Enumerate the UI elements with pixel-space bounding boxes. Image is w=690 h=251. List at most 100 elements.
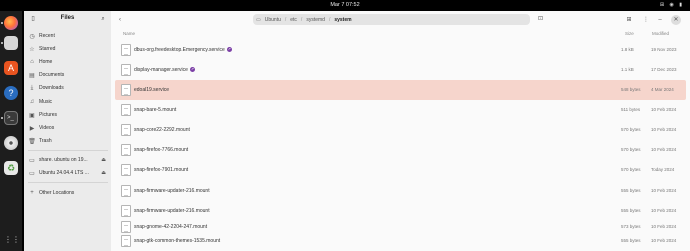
sidebar-item-trash[interactable]: 🗑 Trash [28, 136, 108, 146]
trash-icon: 🗑 [28, 138, 36, 145]
file-name: snap-firmware-updater-216.mount [134, 188, 210, 194]
show-apps-icon[interactable]: ⋮⋮ [4, 233, 20, 247]
file-icon [121, 104, 131, 116]
view-options-icon[interactable]: ⊞ [624, 15, 634, 25]
breadcrumb-ubuntu[interactable]: Ubuntu [261, 17, 285, 23]
file-row-selected[interactable]: edoal19.service 548 bytes 4 Mar 2024 [115, 80, 686, 100]
sidebar-item-label: share. ubuntu on 19... [39, 157, 88, 163]
running-indicator [1, 117, 3, 119]
file-name: snap-firmware-updater-216.mount [134, 208, 210, 214]
sidebar-item-home[interactable]: ⌂ Home [28, 57, 108, 67]
file-icon [121, 64, 131, 76]
file-icon [121, 164, 131, 176]
sidebar-item-label: Ubuntu 24.04.4 LTS ... [39, 170, 89, 176]
file-row[interactable]: snap-gtk-common-themes-1535.mount 555 by… [115, 231, 686, 251]
file-size: 573 bytes [621, 224, 641, 229]
file-size: 570 bytes [621, 147, 641, 152]
file-size: 555 bytes [621, 208, 641, 213]
file-name: snap-firefox-7766.mount [134, 147, 189, 153]
search-icon[interactable]: ⌕ [98, 14, 108, 24]
file-name: snap-core22-2292.mount [134, 127, 190, 133]
sidebar-item-label: Pictures [39, 112, 58, 118]
file-icon [121, 44, 131, 56]
sidebar-item-pictures[interactable]: ▣ Pictures [28, 110, 108, 120]
video-icon: ▶ [29, 125, 35, 132]
sidebar-item-ubuntu-volume[interactable]: ▭ Ubuntu 24.04.4 LTS ... ⏏ [28, 168, 108, 178]
file-row[interactable]: display-manager.service ↗ 1.1 kB 17 Dec 2… [115, 60, 686, 80]
files-icon[interactable] [4, 36, 18, 50]
eject-icon[interactable]: ⏏ [101, 157, 106, 163]
file-modified: 4 Mar 2024 [651, 87, 674, 92]
file-modified: 19 Nov 2023 [651, 47, 677, 52]
sidebar-item-label: Videos [39, 125, 55, 131]
breadcrumb-etc[interactable]: etc [286, 17, 301, 23]
menu-icon[interactable]: ⋮ [641, 15, 651, 25]
sidebar-item-documents[interactable]: ▤ Documents [28, 70, 108, 80]
running-indicator [1, 22, 3, 24]
dock: A ? >_ ♻ ⋮⋮ [0, 11, 22, 251]
file-name: snap-gnome-42-2204-247.mount [134, 224, 208, 230]
file-modified: 10 Feb 2024 [651, 127, 677, 132]
file-size: 555 bytes [621, 188, 641, 193]
file-icon [121, 185, 131, 197]
file-size: 511 bytes [621, 107, 641, 112]
file-modified: 10 Feb 2024 [651, 238, 677, 243]
sidebar-item-videos[interactable]: ▶ Videos [28, 123, 108, 133]
sidebar-item-label: Home [39, 59, 53, 65]
sidebar-item-music[interactable]: ♫ Music [28, 97, 108, 107]
close-icon[interactable]: ✕ [671, 15, 681, 25]
file-name: snap-firefox-7901.mount [134, 167, 189, 173]
back-button[interactable]: ‹ [115, 15, 125, 25]
sidebar-item-other-locations[interactable]: + Other Locations [28, 188, 108, 198]
column-header-modified[interactable]: Modified [652, 31, 669, 36]
column-header-size[interactable]: Size [625, 31, 634, 36]
breadcrumb: ▭ Ubuntu / etc / systemd / system [253, 14, 530, 25]
sidebar-item-label: Other Locations [39, 190, 75, 196]
minimize-icon[interactable]: – [655, 15, 665, 25]
sidebar-divider [28, 182, 108, 183]
breadcrumb-system[interactable]: system [330, 17, 355, 23]
picture-icon: ▣ [29, 112, 35, 119]
file-name: edoal19.service [134, 87, 170, 93]
breadcrumb-systemd[interactable]: systemd [302, 17, 329, 23]
file-row[interactable]: snap-firmware-updater-216.mount 555 byte… [115, 181, 686, 201]
optical-disc-icon[interactable] [4, 136, 18, 150]
running-indicator [1, 42, 3, 44]
file-modified: 17 Dec 2023 [651, 67, 677, 72]
file-size: 1.8 kB [621, 47, 634, 52]
file-modified: Today 2024 [651, 167, 675, 172]
sidebar-item-label: Downloads [39, 85, 64, 91]
file-row[interactable]: snap-firefox-7901.mount 570 bytes Today … [115, 160, 686, 180]
column-headers: Name Size Modified [111, 31, 690, 40]
file-size: 570 bytes [621, 127, 641, 132]
drive-icon: ▭ [29, 170, 35, 177]
sidebar-item-downloads[interactable]: ⤓ Downloads [28, 83, 108, 93]
system-status-icons[interactable]: ⊞ ◉ ▮ [660, 2, 684, 8]
file-row[interactable]: snap-firefox-7766.mount 570 bytes 10 Feb… [115, 140, 686, 160]
clock[interactable]: Mar 7 07:52 [0, 2, 690, 8]
eject-icon[interactable]: ⏏ [101, 170, 106, 176]
sidebar-item-recent[interactable]: ◷ Recent [28, 31, 108, 41]
file-modified: 10 Feb 2024 [651, 224, 677, 229]
symlink-emblem-icon: ↗ [189, 67, 195, 73]
file-modified: 10 Feb 2024 [651, 188, 677, 193]
file-row[interactable]: snap-core22-2292.mount 570 bytes 10 Feb … [115, 120, 686, 140]
help-icon[interactable]: ? [4, 86, 18, 100]
trash-icon[interactable]: ♻ [4, 161, 18, 175]
sidebar-item-starred[interactable]: ☆ Starred [28, 44, 108, 54]
file-icon [121, 235, 131, 247]
sidebar-item-network-share[interactable]: ▭ share. ubuntu on 19... ⏏ [28, 155, 108, 165]
firefox-icon[interactable] [4, 16, 18, 30]
app-center-icon[interactable]: A [4, 61, 18, 75]
music-icon: ♫ [29, 99, 35, 105]
sidebar-item-label: Starred [39, 46, 56, 52]
file-row[interactable]: snap-bare-5.mount 511 bytes 10 Feb 2024 [115, 100, 686, 120]
column-header-name[interactable]: Name [123, 31, 135, 36]
file-row[interactable]: dbus-org.freedesktop.Emergency.service ↗ … [115, 40, 686, 60]
sidebar-item-label: Music [39, 99, 53, 105]
file-name: snap-gtk-common-themes-1535.mount [134, 238, 221, 244]
file-size: 1.1 kB [621, 67, 634, 72]
sidebar-item-label: Trash [39, 138, 52, 144]
new-folder-icon[interactable]: ⊡ [538, 15, 543, 22]
terminal-icon[interactable]: >_ [4, 111, 18, 125]
